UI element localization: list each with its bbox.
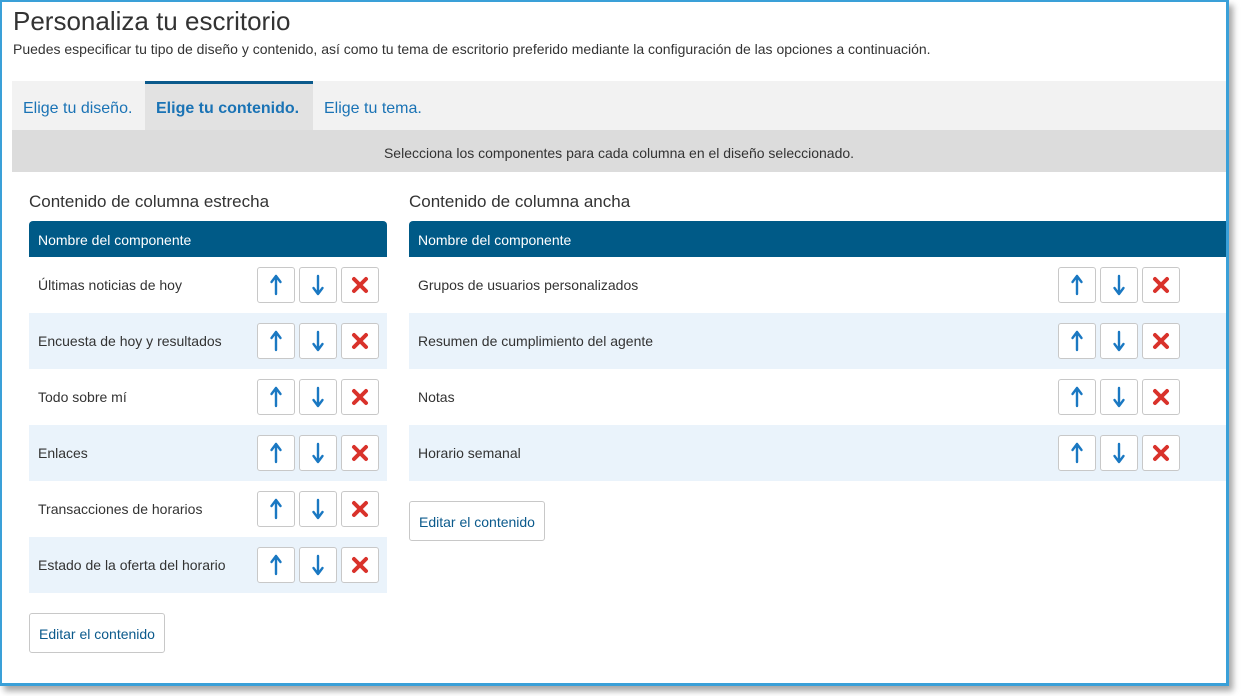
component-name: Todo sobre mí xyxy=(38,389,127,405)
arrow-down-icon xyxy=(311,554,325,576)
move-down-button[interactable] xyxy=(299,379,337,415)
move-up-button[interactable] xyxy=(257,491,295,527)
component-name: Encuesta de hoy y resultados xyxy=(38,333,222,349)
arrow-down-icon xyxy=(311,498,325,520)
tab-content[interactable]: Elige tu contenido. xyxy=(145,81,313,130)
delete-x-icon xyxy=(1152,276,1170,294)
arrow-up-icon xyxy=(269,330,283,352)
move-up-button[interactable] xyxy=(1058,435,1096,471)
move-down-button[interactable] xyxy=(1100,323,1138,359)
arrow-up-icon xyxy=(269,386,283,408)
list-item: Grupos de usuarios personalizados xyxy=(409,257,1226,313)
remove-button[interactable] xyxy=(1142,379,1180,415)
component-name: Horario semanal xyxy=(418,445,521,461)
move-up-button[interactable] xyxy=(1058,267,1096,303)
move-up-button[interactable] xyxy=(1058,323,1096,359)
arrow-up-icon xyxy=(1070,442,1084,464)
component-name: Últimas noticias de hoy xyxy=(38,277,182,293)
delete-x-icon xyxy=(351,388,369,406)
delete-x-icon xyxy=(351,500,369,518)
remove-button[interactable] xyxy=(341,547,379,583)
remove-button[interactable] xyxy=(341,491,379,527)
component-name: Resumen de cumplimiento del agente xyxy=(418,333,654,349)
delete-x-icon xyxy=(1152,388,1170,406)
list-item: Estado de la oferta del horario xyxy=(29,537,387,593)
wide-column-header: Nombre del componente xyxy=(409,221,1226,257)
move-down-button[interactable] xyxy=(299,435,337,471)
arrow-down-icon xyxy=(311,442,325,464)
list-item: Notas xyxy=(409,369,1226,425)
tab-theme[interactable]: Elige tu tema. xyxy=(313,81,433,130)
remove-button[interactable] xyxy=(1142,267,1180,303)
move-down-button[interactable] xyxy=(1100,267,1138,303)
narrow-column-title: Contenido de columna estrecha xyxy=(29,192,270,211)
arrow-down-icon xyxy=(1112,386,1126,408)
remove-button[interactable] xyxy=(341,435,379,471)
remove-button[interactable] xyxy=(341,267,379,303)
delete-x-icon xyxy=(1152,444,1170,462)
delete-x-icon xyxy=(351,276,369,294)
wide-edit-content-button[interactable]: Editar el contenido xyxy=(409,501,545,541)
delete-x-icon xyxy=(351,332,369,350)
narrow-column-header: Nombre del componente xyxy=(29,221,387,257)
arrow-up-icon xyxy=(1070,330,1084,352)
move-up-button[interactable] xyxy=(257,323,295,359)
arrow-up-icon xyxy=(269,442,283,464)
move-down-button[interactable] xyxy=(1100,435,1138,471)
move-up-button[interactable] xyxy=(1058,379,1096,415)
move-down-button[interactable] xyxy=(299,267,337,303)
move-up-button[interactable] xyxy=(257,547,295,583)
move-up-button[interactable] xyxy=(257,267,295,303)
list-item: Encuesta de hoy y resultados xyxy=(29,313,387,369)
remove-button[interactable] xyxy=(1142,435,1180,471)
page-title: Personaliza tu escritorio xyxy=(13,6,291,36)
list-item: Últimas noticias de hoy xyxy=(29,257,387,313)
move-down-button[interactable] xyxy=(1100,379,1138,415)
component-name: Enlaces xyxy=(38,445,88,461)
move-down-button[interactable] xyxy=(299,547,337,583)
arrow-down-icon xyxy=(311,386,325,408)
arrow-down-icon xyxy=(311,330,325,352)
delete-x-icon xyxy=(351,556,369,574)
move-down-button[interactable] xyxy=(299,323,337,359)
tab-layout[interactable]: Elige tu diseño. xyxy=(12,81,143,130)
component-name: Notas xyxy=(418,389,455,405)
tab-bar: Elige tu diseño. Elige tu contenido. Eli… xyxy=(12,81,1226,130)
page-description: Puedes especificar tu tipo de diseño y c… xyxy=(13,41,931,57)
component-name: Estado de la oferta del horario xyxy=(38,557,226,573)
arrow-up-icon xyxy=(269,498,283,520)
arrow-up-icon xyxy=(269,554,283,576)
arrow-down-icon xyxy=(1112,442,1126,464)
delete-x-icon xyxy=(351,444,369,462)
remove-button[interactable] xyxy=(341,379,379,415)
arrow-up-icon xyxy=(1070,386,1084,408)
arrow-down-icon xyxy=(1112,274,1126,296)
move-down-button[interactable] xyxy=(299,491,337,527)
wide-column-title: Contenido de columna ancha xyxy=(409,192,631,211)
list-item: Horario semanal xyxy=(409,425,1226,481)
instruction-banner: Selecciona los componentes para cada col… xyxy=(12,130,1226,172)
component-name: Transacciones de horarios xyxy=(38,501,203,517)
delete-x-icon xyxy=(1152,332,1170,350)
arrow-up-icon xyxy=(1070,274,1084,296)
list-item: Resumen de cumplimiento del agente xyxy=(409,313,1226,369)
move-up-button[interactable] xyxy=(257,379,295,415)
move-up-button[interactable] xyxy=(257,435,295,471)
remove-button[interactable] xyxy=(341,323,379,359)
remove-button[interactable] xyxy=(1142,323,1180,359)
list-item: Transacciones de horarios xyxy=(29,481,387,537)
arrow-down-icon xyxy=(1112,330,1126,352)
desktop-customization-panel: Personaliza tu escritorio Puedes especif… xyxy=(0,0,1229,686)
narrow-edit-content-button[interactable]: Editar el contenido xyxy=(29,613,165,653)
arrow-up-icon xyxy=(269,274,283,296)
arrow-down-icon xyxy=(311,274,325,296)
list-item: Todo sobre mí xyxy=(29,369,387,425)
component-name: Grupos de usuarios personalizados xyxy=(418,277,639,293)
list-item: Enlaces xyxy=(29,425,387,481)
